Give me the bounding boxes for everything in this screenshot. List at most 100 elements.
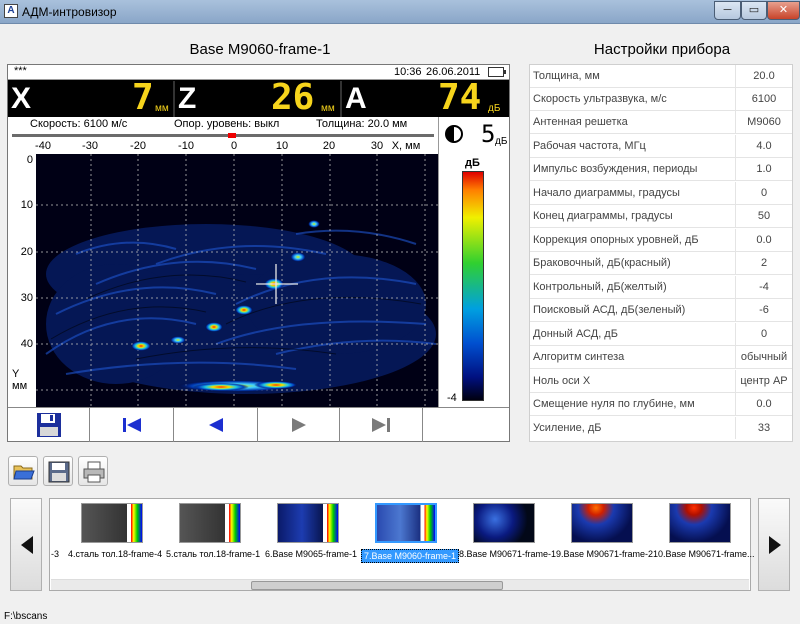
settings-row[interactable]: Импульс возбуждения, периоды 1.0 [530,158,792,181]
open-button[interactable] [8,456,38,486]
y-tick: 30 [20,292,33,304]
readout-x-unit: мм [155,103,169,114]
thumb-label[interactable]: 4.сталь тол.18-frame-4 [68,549,162,559]
position-track [12,134,434,137]
speed-info: Скорость: 6100 м/с [30,118,128,130]
prev-frame-button[interactable] [174,408,258,442]
settings-row[interactable]: Конец диаграммы, градусы 50 [530,205,792,228]
scan-title: Base M9060-frame-1 [189,41,331,58]
thickness-info: Толщина: 20.0 мм [316,118,408,130]
minimize-button[interactable]: ─ [714,1,741,20]
readout-z-value: 26 [271,77,315,118]
bscan-image[interactable] [36,154,438,407]
setting-value: 1.0 [735,158,792,180]
next-frame-button[interactable] [258,408,340,442]
x-tick: 20 [322,140,336,152]
next-icon [291,418,306,432]
setting-label: Рабочая частота, МГц [533,140,646,152]
setting-value: 0.0 [735,393,792,415]
maximize-button[interactable]: ▭ [741,1,767,20]
settings-row[interactable]: Усиление, дБ 33 [530,417,792,440]
settings-row[interactable]: Браковочный, дБ(красный) 2 [530,252,792,275]
setting-value: 6100 [735,88,792,110]
setting-label: Браковочный, дБ(красный) [533,257,671,269]
settings-row[interactable]: Поисковый АСД, дБ(зеленый) -6 [530,299,792,322]
app-logo-icon: A [4,4,18,18]
thumb-label[interactable]: 9.Base M90671-frame-2 [556,549,653,559]
thumb-label[interactable]: -3 [51,549,59,559]
device-time: 10:36 [394,66,422,78]
settings-row[interactable]: Толщина, мм 20.0 [530,65,792,88]
status-stars: *** [14,65,27,77]
palette-gradient [462,171,484,401]
readout-z-label: Z [178,82,197,115]
save-button[interactable] [43,456,73,486]
thumbnail[interactable] [669,503,731,543]
thumb-label[interactable]: 8.Base M90671-frame-1 [459,549,556,559]
settings-row[interactable]: Начало диаграммы, градусы 0 [530,182,792,205]
device-screen: *** 10:36 26.06.2011 X 7 мм Z 26 мм A 74… [7,64,510,442]
thumbs-scrollbar[interactable] [51,579,749,590]
close-button[interactable]: ✕ [767,1,800,20]
thumbnail[interactable] [81,503,143,543]
print-button[interactable] [78,456,108,486]
y-tick: 40 [20,338,33,350]
setting-value: 33 [735,417,792,439]
info-bar: Скорость: 6100 м/с Опор. уровень: выкл Т… [8,117,438,133]
thumb-label[interactable]: 5.сталь тол.18-frame-1 [166,549,260,559]
gain-unit: дБ [495,136,508,147]
setting-label: Усиление, дБ [533,422,602,434]
empty-button-slot [423,408,509,442]
thumbnail[interactable] [277,503,339,543]
readout-a-label: A [345,82,367,115]
x-axis: -40 -30 -20 -10 0 10 20 30 X, мм [8,139,438,154]
y-tick: 20 [20,246,33,258]
readout-x-value: 7 [132,77,154,118]
gain-box: 5 дБ [438,117,509,154]
device-save-button[interactable] [8,408,90,442]
device-status-bar: *** 10:36 26.06.2011 [8,65,509,80]
readout-x-label: X [11,82,32,115]
readout-z-unit: мм [321,103,335,114]
scrollbar-thumb[interactable] [251,581,503,590]
settings-row[interactable]: Алгоритм синтеза обычный [530,346,792,369]
thumb-label[interactable]: 6.Base M9065-frame-1 [265,549,357,559]
settings-row[interactable]: Контрольный, дБ(желтый) -4 [530,276,792,299]
color-palette: дБ -4 [438,154,509,407]
setting-label: Конец диаграммы, градусы [533,210,673,222]
thumbs-next-button[interactable] [758,498,790,591]
thumbnail[interactable] [179,503,241,543]
settings-row[interactable]: Коррекция опорных уровней, дБ 0.0 [530,229,792,252]
setting-label: Начало диаграммы, градусы [533,187,680,199]
readout-a-unit: дБ [488,103,501,114]
settings-row[interactable]: Рабочая частота, МГц 4.0 [530,135,792,158]
first-frame-button[interactable] [90,408,174,442]
last-frame-button[interactable] [340,408,423,442]
thumbnail-selected[interactable] [375,503,437,543]
thumb-label-selected[interactable]: 7.Base M9060-frame-1 [361,549,460,563]
thumbnail[interactable] [473,503,535,543]
thumbs-prev-button[interactable] [10,498,42,591]
settings-row[interactable]: Смещение нуля по глубине, мм 0.0 [530,393,792,416]
palette-min: -4 [447,392,457,404]
setting-value: M9060 [735,111,792,133]
settings-row[interactable]: Скорость ультразвука, м/с 6100 [530,88,792,111]
setting-label: Толщина, мм [533,70,600,82]
x-tick: 0 [230,140,238,152]
device-toolbar [8,407,509,442]
setting-label: Донный АСД, дБ [533,328,618,340]
settings-row[interactable]: Донный АСД, дБ 0 [530,323,792,346]
setting-label: Коррекция опорных уровней, дБ [533,234,699,246]
settings-row[interactable]: Ноль оси X центр АР [530,370,792,393]
x-tick: -40 [35,140,51,152]
skip-first-icon [122,418,141,432]
title-bar: A АДМ-интровизор ─ ▭ ✕ [0,0,800,24]
setting-value: 0 [735,323,792,345]
setting-value: 0 [735,182,792,204]
contrast-icon[interactable] [445,125,463,143]
thumb-label[interactable]: 10.Base M90671-frame... [653,549,755,559]
prev-icon [208,418,223,432]
settings-row[interactable]: Антенная решетка M9060 [530,111,792,134]
thumbnail[interactable] [571,503,633,543]
x-tick: 10 [275,140,289,152]
